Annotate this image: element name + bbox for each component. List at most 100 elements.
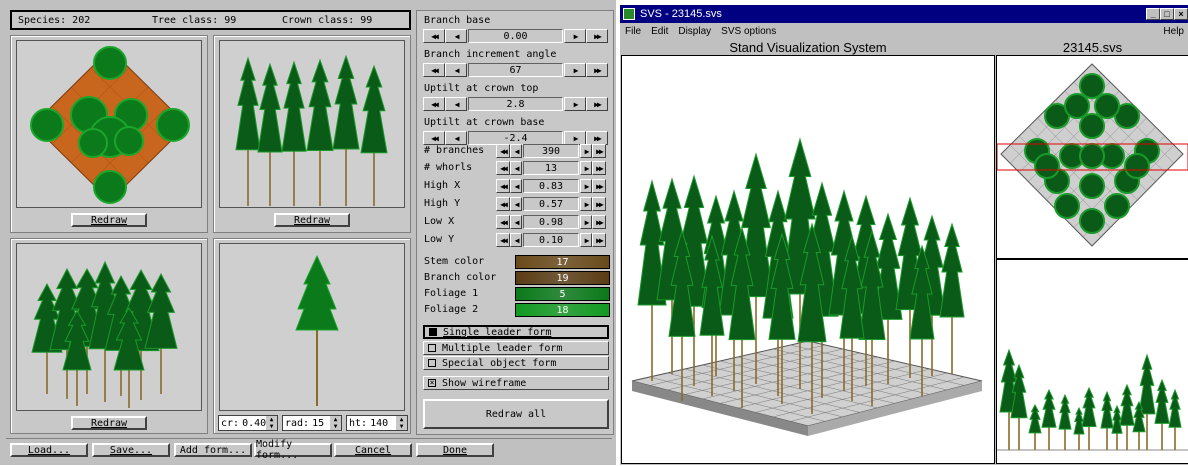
fast-decrease-icon[interactable]: ◀◀	[423, 131, 445, 145]
redraw-all-label: Redraw all	[485, 408, 547, 420]
single-tree-canvas	[295, 254, 339, 406]
maximize-icon[interactable]: □	[1160, 8, 1174, 20]
redraw-label: Redraw	[90, 417, 128, 429]
single-leader-form-option[interactable]: Single leader form	[423, 325, 609, 339]
multiple-leader-form-option[interactable]: Multiple leader form	[423, 341, 609, 355]
decrease-icon[interactable]: ◀	[445, 97, 467, 111]
color-swatch[interactable]: 18	[515, 303, 610, 317]
count-value[interactable]: 0.98	[523, 215, 579, 229]
param-value[interactable]: -2.4	[468, 131, 563, 145]
radio-empty-icon	[428, 359, 436, 367]
color-swatch[interactable]: 19	[515, 271, 610, 285]
spin-arrows-icon[interactable]: ▲ ▼	[330, 416, 341, 430]
multiple-leader-label: Multiple leader form	[442, 342, 563, 354]
decrease-icon[interactable]: ◀	[510, 161, 522, 175]
decrease-icon[interactable]: ◀	[445, 29, 467, 43]
count-value[interactable]: 0.57	[523, 197, 579, 211]
menu-file[interactable]: File	[620, 26, 646, 37]
menu-svs-options[interactable]: SVS options	[716, 26, 781, 37]
decrease-icon[interactable]: ◀	[445, 131, 467, 145]
fast-increase-icon[interactable]: ▶▶	[592, 161, 606, 175]
fast-increase-icon[interactable]: ▶▶	[586, 63, 608, 77]
increase-icon[interactable]: ▶	[580, 161, 592, 175]
increase-icon[interactable]: ▶	[564, 97, 586, 111]
special-object-form-option[interactable]: Special object form	[423, 356, 609, 370]
count-value[interactable]: 390	[523, 144, 579, 158]
fast-increase-icon[interactable]: ▶▶	[592, 144, 606, 158]
cancel-label: Cancel	[354, 444, 392, 456]
svs-window: SVS - 23145.svs _ □ × File Edit Display …	[619, 5, 1188, 465]
fast-increase-icon[interactable]: ▶▶	[592, 215, 606, 229]
menu-display[interactable]: Display	[673, 26, 716, 37]
redraw-side-button[interactable]: Redraw	[274, 213, 350, 227]
redraw-plan-button[interactable]: Redraw	[71, 213, 147, 227]
oblique-view-panel: Redraw	[10, 238, 208, 434]
color-swatch[interactable]: 17	[515, 255, 610, 269]
radio-selected-icon	[429, 328, 437, 336]
profile-canvas	[997, 348, 1188, 451]
redraw-label: Redraw	[293, 214, 331, 226]
fast-decrease-icon[interactable]: ◀◀	[423, 63, 445, 77]
increase-icon[interactable]: ▶	[580, 144, 592, 158]
decrease-icon[interactable]: ◀	[510, 179, 522, 193]
redraw-oblique-button[interactable]: Redraw	[71, 416, 147, 430]
cancel-button[interactable]: Cancel	[334, 443, 412, 457]
fast-decrease-icon[interactable]: ◀◀	[496, 215, 510, 229]
fast-increase-icon[interactable]: ▶▶	[586, 29, 608, 43]
fast-decrease-icon[interactable]: ◀◀	[496, 179, 510, 193]
menu-help[interactable]: Help	[1158, 26, 1188, 37]
count-label: Low Y	[424, 234, 455, 245]
height-spinner[interactable]: ht: 140 ▲ ▼	[346, 415, 408, 431]
close-icon[interactable]: ×	[1174, 8, 1188, 20]
crown-ratio-spinner[interactable]: cr: 0.40 ▲ ▼	[218, 415, 278, 431]
count-value[interactable]: 0.83	[523, 179, 579, 193]
menu-edit[interactable]: Edit	[646, 26, 673, 37]
increase-icon[interactable]: ▶	[564, 29, 586, 43]
color-label: Branch color	[424, 272, 497, 283]
fast-decrease-icon[interactable]: ◀◀	[496, 144, 510, 158]
done-label: Done	[442, 444, 468, 456]
minimize-icon[interactable]: _	[1146, 8, 1160, 20]
increase-icon[interactable]: ▶	[580, 197, 592, 211]
spin-arrows-icon[interactable]: ▲ ▼	[266, 416, 277, 430]
fast-increase-icon[interactable]: ▶▶	[592, 197, 606, 211]
decrease-icon[interactable]: ◀	[510, 197, 522, 211]
increase-icon[interactable]: ▶	[564, 131, 586, 145]
modify-form-button[interactable]: Modify form...	[254, 439, 332, 461]
param-value[interactable]: 67	[468, 63, 563, 77]
decrease-icon[interactable]: ◀	[445, 63, 467, 77]
fast-increase-icon[interactable]: ▶▶	[592, 179, 606, 193]
decrease-icon[interactable]: ◀	[510, 215, 522, 229]
param-value[interactable]: 2.8	[468, 97, 563, 111]
svs-window-title: SVS - 23145.svs	[640, 8, 722, 20]
done-button[interactable]: Done	[416, 443, 494, 457]
load-button[interactable]: Load...	[10, 443, 88, 457]
count-value[interactable]: 13	[523, 161, 579, 175]
param-value[interactable]: 0.00	[468, 29, 563, 43]
fast-increase-icon[interactable]: ▶▶	[586, 97, 608, 111]
fast-decrease-icon[interactable]: ◀◀	[496, 197, 510, 211]
show-wireframe-checkbox[interactable]: × Show wireframe	[423, 376, 609, 390]
increase-icon[interactable]: ▶	[564, 63, 586, 77]
spin-arrows-icon[interactable]: ▲ ▼	[396, 416, 407, 430]
increase-icon[interactable]: ▶	[580, 215, 592, 229]
fast-decrease-icon[interactable]: ◀◀	[496, 233, 510, 247]
fast-decrease-icon[interactable]: ◀◀	[496, 161, 510, 175]
fast-decrease-icon[interactable]: ◀◀	[423, 29, 445, 43]
save-button[interactable]: Save...	[92, 443, 170, 457]
plan-overview	[996, 55, 1188, 259]
increase-icon[interactable]: ▶	[580, 179, 592, 193]
fast-increase-icon[interactable]: ▶▶	[586, 131, 608, 145]
count-value[interactable]: 0.10	[523, 233, 579, 247]
add-form-button[interactable]: Add form...	[174, 443, 252, 457]
decrease-icon[interactable]: ◀	[510, 144, 522, 158]
fast-increase-icon[interactable]: ▶▶	[592, 233, 606, 247]
decrease-icon[interactable]: ◀	[510, 233, 522, 247]
increase-icon[interactable]: ▶	[580, 233, 592, 247]
fast-decrease-icon[interactable]: ◀◀	[423, 97, 445, 111]
redraw-all-button[interactable]: Redraw all	[423, 399, 609, 429]
radius-spinner[interactable]: rad: 15 ▲ ▼	[282, 415, 342, 431]
color-swatch[interactable]: 5	[515, 287, 610, 301]
species-label: Species: 202	[18, 15, 91, 26]
color-label: Stem color	[424, 256, 485, 267]
